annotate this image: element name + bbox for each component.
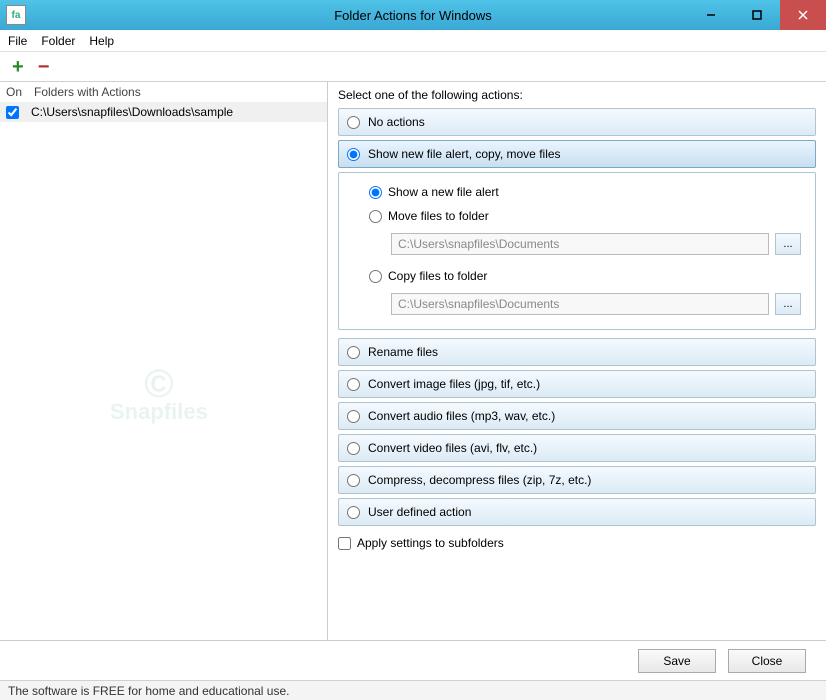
option-rename[interactable]: Rename files: [338, 338, 816, 366]
apply-subfolders-row[interactable]: Apply settings to subfolders: [338, 536, 816, 550]
label-sub-copy: Copy files to folder: [388, 269, 487, 283]
radio-no-actions[interactable]: [347, 116, 360, 129]
label-show-alert: Show new file alert, copy, move files: [368, 147, 561, 161]
label-convert-image: Convert image files (jpg, tif, etc.): [368, 377, 540, 391]
label-sub-alert: Show a new file alert: [388, 185, 499, 199]
radio-sub-alert[interactable]: [369, 186, 382, 199]
close-button[interactable]: [780, 0, 826, 30]
minimize-button[interactable]: [688, 0, 734, 30]
radio-show-alert[interactable]: [347, 148, 360, 161]
col-on: On: [6, 85, 34, 99]
label-convert-video: Convert video files (avi, flv, etc.): [368, 441, 537, 455]
actions-prompt: Select one of the following actions:: [338, 88, 816, 102]
radio-sub-copy[interactable]: [369, 270, 382, 283]
radio-sub-move[interactable]: [369, 210, 382, 223]
remove-folder-button[interactable]: −: [38, 57, 50, 77]
move-path-row: ...: [391, 233, 801, 255]
radio-convert-image[interactable]: [347, 378, 360, 391]
browse-copy-button[interactable]: ...: [775, 293, 801, 315]
folder-row[interactable]: C:\Users\snapfiles\Downloads\sample: [0, 102, 327, 122]
main-area: On Folders with Actions C:\Users\snapfil…: [0, 82, 826, 640]
menubar: File Folder Help: [0, 30, 826, 52]
window-controls: [688, 0, 826, 30]
option-user-defined[interactable]: User defined action: [338, 498, 816, 526]
status-bar: The software is FREE for home and educat…: [0, 680, 826, 700]
menu-folder[interactable]: Folder: [41, 34, 75, 48]
label-no-actions: No actions: [368, 115, 425, 129]
browse-move-button[interactable]: ...: [775, 233, 801, 255]
folder-enabled-checkbox[interactable]: [6, 106, 19, 119]
copy-path-input[interactable]: [391, 293, 769, 315]
maximize-button[interactable]: [734, 0, 780, 30]
menu-help[interactable]: Help: [89, 34, 114, 48]
actions-panel: Select one of the following actions: No …: [328, 82, 826, 640]
footer-buttons: Save Close: [0, 640, 826, 680]
titlebar: fa Folder Actions for Windows: [0, 0, 826, 30]
show-alert-expanded: Show a new file alert Move files to fold…: [338, 172, 816, 330]
radio-convert-video[interactable]: [347, 442, 360, 455]
radio-convert-audio[interactable]: [347, 410, 360, 423]
folder-list-header: On Folders with Actions: [0, 82, 327, 102]
col-folders: Folders with Actions: [34, 85, 141, 99]
option-convert-image[interactable]: Convert image files (jpg, tif, etc.): [338, 370, 816, 398]
folder-path: C:\Users\snapfiles\Downloads\sample: [31, 105, 233, 119]
add-folder-button[interactable]: +: [12, 57, 24, 77]
toolbar: + −: [0, 52, 826, 82]
radio-compress[interactable]: [347, 474, 360, 487]
radio-rename[interactable]: [347, 346, 360, 359]
option-convert-audio[interactable]: Convert audio files (mp3, wav, etc.): [338, 402, 816, 430]
option-convert-video[interactable]: Convert video files (avi, flv, etc.): [338, 434, 816, 462]
label-compress: Compress, decompress files (zip, 7z, etc…: [368, 473, 591, 487]
app-icon: fa: [6, 5, 26, 25]
sub-option-alert[interactable]: Show a new file alert: [369, 185, 801, 199]
folder-list-panel: On Folders with Actions C:\Users\snapfil…: [0, 82, 328, 640]
label-sub-move: Move files to folder: [388, 209, 489, 223]
option-no-actions[interactable]: No actions: [338, 108, 816, 136]
label-user-defined: User defined action: [368, 505, 471, 519]
copy-path-row: ...: [391, 293, 801, 315]
label-convert-audio: Convert audio files (mp3, wav, etc.): [368, 409, 555, 423]
apply-subfolders-label: Apply settings to subfolders: [357, 536, 504, 550]
move-path-input[interactable]: [391, 233, 769, 255]
label-rename: Rename files: [368, 345, 438, 359]
radio-user-defined[interactable]: [347, 506, 360, 519]
window-title: Folder Actions for Windows: [334, 8, 492, 23]
option-show-alert[interactable]: Show new file alert, copy, move files: [338, 140, 816, 168]
option-compress[interactable]: Compress, decompress files (zip, 7z, etc…: [338, 466, 816, 494]
apply-subfolders-checkbox[interactable]: [338, 537, 351, 550]
watermark: ©Snapfiles: [110, 362, 208, 425]
sub-option-move[interactable]: Move files to folder: [369, 209, 801, 223]
menu-file[interactable]: File: [8, 34, 27, 48]
sub-option-copy[interactable]: Copy files to folder: [369, 269, 801, 283]
save-button[interactable]: Save: [638, 649, 716, 673]
close-dialog-button[interactable]: Close: [728, 649, 806, 673]
